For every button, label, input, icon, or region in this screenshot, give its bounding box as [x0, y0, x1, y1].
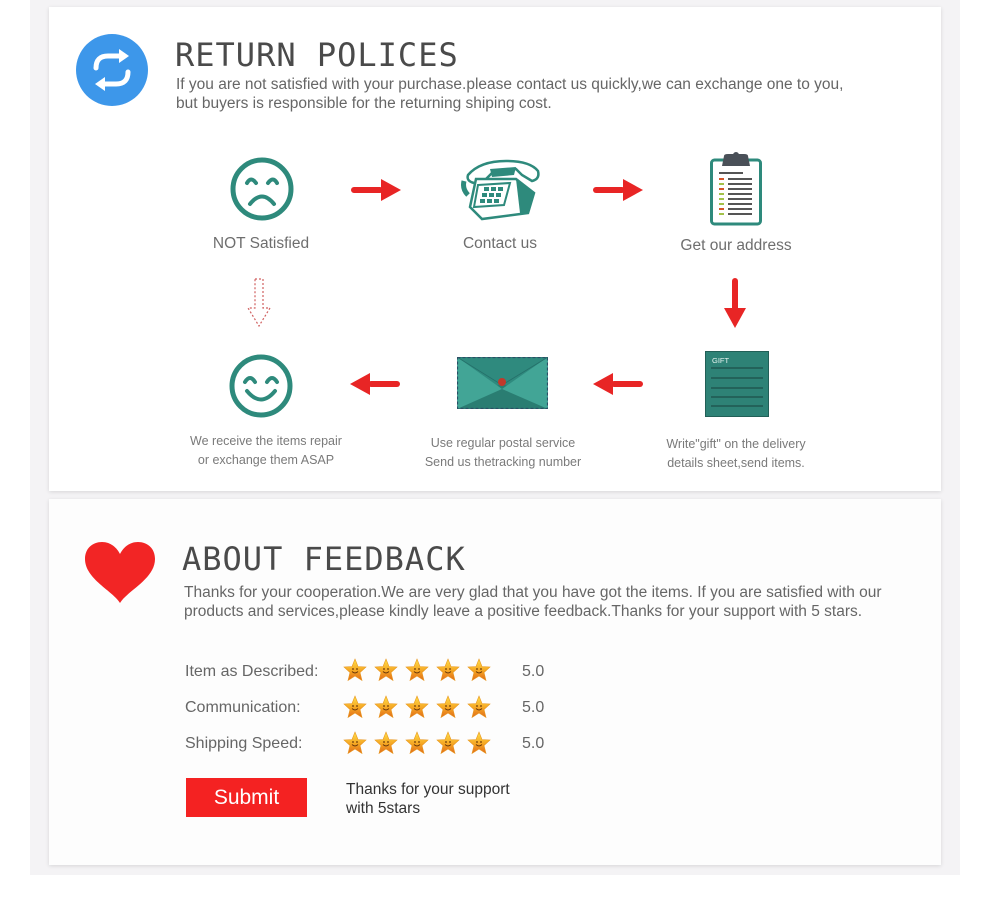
rating-label: Item as Described: [185, 663, 319, 680]
heart-icon [85, 542, 155, 603]
star-icon[interactable] [374, 695, 398, 719]
arrow-right-icon [351, 179, 401, 201]
gift-badge-text: GIFT [712, 356, 730, 365]
arrow-left-icon [350, 373, 400, 395]
star-icon[interactable] [436, 731, 460, 755]
star-icon[interactable] [467, 731, 491, 755]
arrow-right-icon [593, 179, 643, 201]
star-icon[interactable] [343, 731, 367, 755]
step-write-gift-label-line1: Write"gift" on the delivery [666, 437, 806, 451]
support-note-line1: Thanks for your support [346, 781, 510, 798]
support-note: Thanks for your support with 5stars [346, 780, 510, 818]
step-not-satisfied-label: NOT Satisfied [212, 235, 310, 252]
rating-label: Shipping Speed: [185, 735, 303, 752]
support-note-line2: with 5stars [346, 800, 421, 817]
step-receive-items-label-line2: or exchange them ASAP [197, 453, 335, 467]
star-icon[interactable] [436, 695, 460, 719]
star-rating[interactable] [343, 731, 491, 755]
feedback-description-line2: products and services,please kindly leav… [184, 603, 863, 620]
star-rating[interactable] [343, 658, 491, 682]
star-icon[interactable] [405, 731, 429, 755]
star-icon[interactable] [343, 695, 367, 719]
step-write-gift-label-line2: details sheet,send items. [667, 456, 805, 470]
envelope-icon [457, 357, 548, 409]
step-write-gift-label: Write"gift" on the delivery details shee… [646, 435, 826, 473]
step-postal-service-label-line1: Use regular postal service [430, 436, 576, 450]
telephone-icon [461, 159, 540, 221]
clipboard-icon [710, 152, 762, 226]
step-receive-items-label-line1: We receive the items repair [190, 434, 342, 448]
rating-value: 5.0 [522, 663, 545, 680]
star-icon[interactable] [374, 658, 398, 682]
star-icon[interactable] [405, 658, 429, 682]
sad-face-icon [230, 157, 294, 221]
star-icon[interactable] [374, 731, 398, 755]
arrow-left-icon [593, 373, 643, 395]
submit-button[interactable]: Submit [186, 778, 307, 817]
dashed-arrow-down-icon [246, 278, 272, 328]
step-receive-items-label: We receive the items repair or exchange … [166, 432, 366, 470]
rating-value: 5.0 [522, 699, 545, 716]
step-contact-us-label: Contact us [462, 235, 538, 252]
step-postal-service-label-line2: Send us thetracking number [424, 455, 582, 469]
return-policy-title: RETURN POLICES [175, 36, 459, 74]
step-get-address-label: Get our address [680, 237, 792, 254]
star-rating[interactable] [343, 695, 491, 719]
star-icon[interactable] [405, 695, 429, 719]
return-policy-description-line2: but buyers is responsible for the return… [176, 95, 552, 112]
star-icon[interactable] [467, 695, 491, 719]
feedback-description-line1: Thanks for your cooperation.We are very … [184, 584, 882, 601]
rating-label: Communication: [185, 699, 301, 716]
step-postal-service-label: Use regular postal service Send us thetr… [403, 434, 603, 472]
rating-value: 5.0 [522, 735, 545, 752]
star-icon[interactable] [343, 658, 367, 682]
happy-face-icon [229, 354, 293, 418]
star-icon[interactable] [467, 658, 491, 682]
star-icon[interactable] [436, 658, 460, 682]
arrow-down-icon [724, 278, 746, 328]
feedback-title: ABOUT FEEDBACK [182, 540, 466, 578]
refresh-cycle-icon [76, 34, 148, 106]
return-policy-description-line1: If you are not satisfied with your purch… [176, 76, 844, 93]
